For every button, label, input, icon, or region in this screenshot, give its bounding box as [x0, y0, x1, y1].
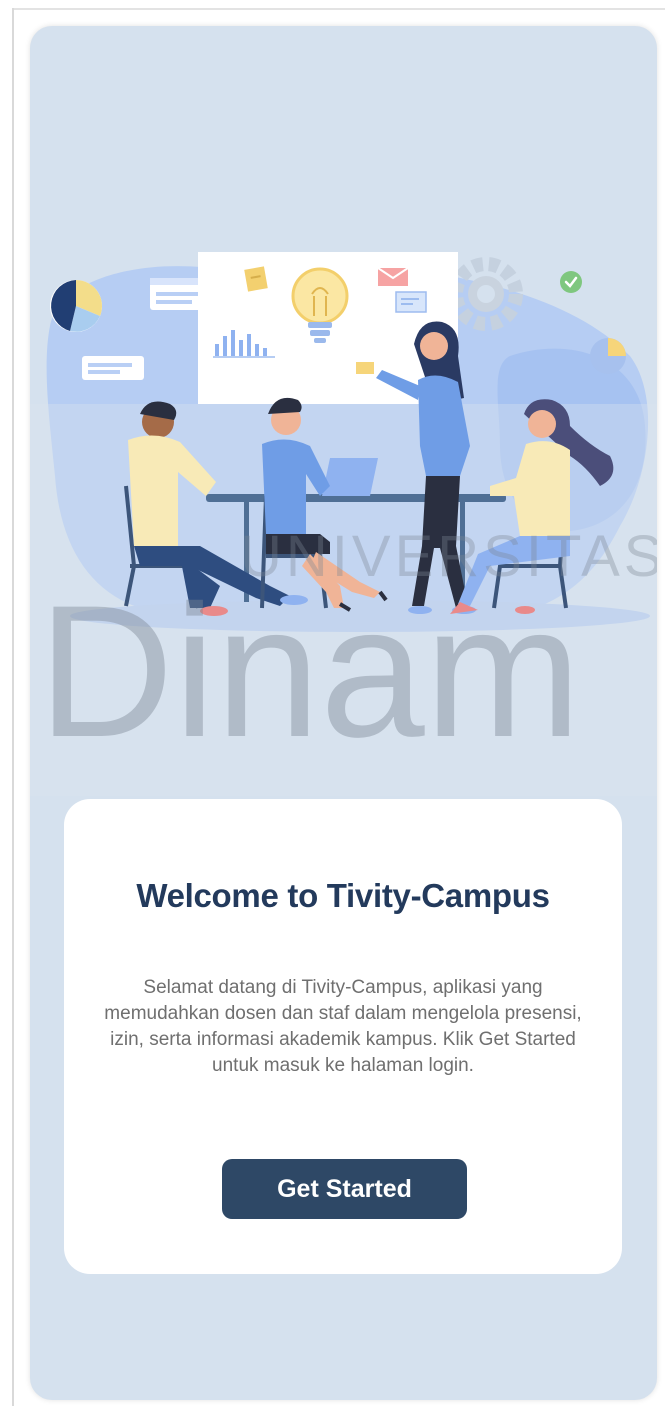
sticky-note-icon: [244, 266, 268, 292]
get-started-button[interactable]: Get Started: [222, 1159, 467, 1219]
onboarding-screen: UNIVERSITAS Dinam Welcome to Tivity-Camp…: [30, 26, 657, 1400]
pie-chart-icon: [50, 280, 102, 332]
welcome-description: Selamat datang di Tivity-Campus, aplikas…: [104, 977, 582, 1076]
check-badge-icon: [560, 271, 582, 293]
welcome-title: Welcome to Tivity-Campus: [136, 877, 550, 914]
watermark-dinam: Dinam: [38, 566, 581, 776]
welcome-card: Welcome to Tivity-Campus Selamat datang …: [64, 799, 622, 1274]
frame-edge-top: [12, 8, 665, 10]
page-frame: UNIVERSITAS Dinam Welcome to Tivity-Camp…: [0, 0, 665, 1414]
progress-circle-icon: [590, 338, 626, 374]
team-meeting-illustration: UNIVERSITAS Dinam: [30, 252, 657, 796]
frame-edge-left: [12, 8, 14, 1406]
floating-card-notes: [82, 356, 144, 380]
mail-icon: [377, 267, 409, 286]
document-icon: [395, 291, 427, 313]
